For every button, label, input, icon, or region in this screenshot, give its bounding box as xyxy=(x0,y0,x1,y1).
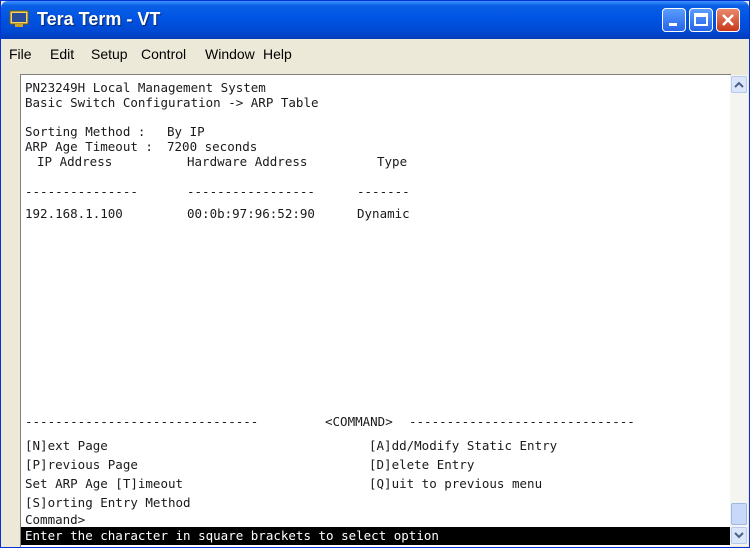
system-title: PN23249H Local Management System xyxy=(25,80,266,95)
column-header-type: Type xyxy=(377,154,408,169)
vertical-scrollbar[interactable] xyxy=(730,75,748,546)
column-divider-type: ------- xyxy=(357,184,410,199)
command-delete-entry: [D]elete Entry xyxy=(369,457,475,472)
sorting-method-value: By IP xyxy=(167,124,205,139)
status-line: Enter the character in square brackets t… xyxy=(21,527,731,545)
close-button[interactable] xyxy=(716,8,740,32)
menu-control[interactable]: Control xyxy=(141,46,186,62)
menu-help[interactable]: Help xyxy=(263,46,292,62)
command-set-arp-age-timeout: Set ARP Age [T]imeout xyxy=(25,476,184,491)
command-next-page: [N]ext Page xyxy=(25,438,108,453)
maximize-button[interactable] xyxy=(689,8,713,32)
column-divider-ip: --------------- xyxy=(25,184,138,199)
menu-setup[interactable]: Setup xyxy=(91,46,128,62)
menu-bar: File Edit Setup Control Window Help xyxy=(5,43,745,67)
command-title: <COMMAND> xyxy=(325,414,393,429)
command-previous-page: [P]revious Page xyxy=(25,457,138,472)
arp-entry-ip: 192.168.1.100 xyxy=(25,206,123,221)
menu-file[interactable]: File xyxy=(9,46,32,62)
tera-term-window: Tera Term - VT File Edit Setup Control W… xyxy=(0,0,750,548)
scrollbar-thumb[interactable] xyxy=(731,503,747,525)
command-prompt: Command> xyxy=(25,512,86,527)
arp-entry-mac: 00:0b:97:96:52:90 xyxy=(187,206,315,221)
status-message: Enter the character in square brackets t… xyxy=(25,528,439,543)
sorting-method-label: Sorting Method : xyxy=(25,124,146,139)
chevron-down-icon xyxy=(734,532,744,539)
minimize-icon xyxy=(669,23,677,26)
arp-entry-type: Dynamic xyxy=(357,206,410,221)
window-title: Tera Term - VT xyxy=(37,9,161,29)
command-separator-left: ------------------------------- xyxy=(25,414,259,429)
maximize-icon xyxy=(694,13,708,26)
column-header-mac: Hardware Address xyxy=(187,154,308,169)
menu-edit[interactable]: Edit xyxy=(50,46,74,62)
terminal-screen[interactable]: PN23249H Local Management System Basic S… xyxy=(20,74,731,547)
column-header-ip: IP Address xyxy=(37,154,113,169)
column-divider-mac: ----------------- xyxy=(187,184,315,199)
scroll-down-button[interactable] xyxy=(731,527,747,544)
arp-age-timeout-label: ARP Age Timeout : xyxy=(25,139,153,154)
scroll-up-button[interactable] xyxy=(731,76,747,93)
menu-window[interactable]: Window xyxy=(205,46,255,62)
minimize-button[interactable] xyxy=(662,8,686,32)
command-add-modify-static-entry: [A]dd/Modify Static Entry xyxy=(369,438,558,453)
command-separator-right: ------------------------------ xyxy=(409,414,635,429)
arp-age-timeout-value: 7200 seconds xyxy=(167,139,258,154)
title-bar[interactable]: Tera Term - VT xyxy=(1,1,749,39)
breadcrumb: Basic Switch Configuration -> ARP Table xyxy=(25,95,319,110)
close-icon xyxy=(722,14,734,26)
command-sorting-entry-method: [S]orting Entry Method xyxy=(25,495,191,510)
tera-term-app-icon xyxy=(9,10,29,27)
command-quit: [Q]uit to previous menu xyxy=(369,476,543,491)
chevron-up-icon xyxy=(734,81,744,88)
